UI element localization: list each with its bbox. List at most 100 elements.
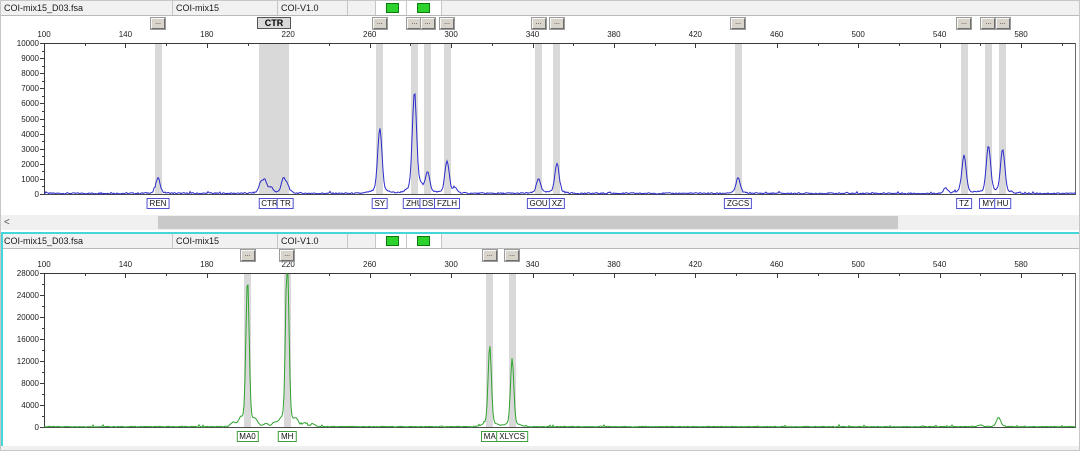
enabled-checkbox[interactable] (386, 3, 399, 13)
sample-file-cell[interactable]: COI-mix15_D03.fsa (1, 1, 173, 15)
y-axis-tick-label: 7000 (1, 84, 39, 93)
checkbox-cell (376, 234, 407, 248)
x-axis-tick-label: 260 (363, 30, 376, 39)
checkbox-cell (407, 1, 442, 15)
x-axis-tick-label: 380 (607, 30, 620, 39)
y-axis-tick-label: 0 (1, 423, 39, 432)
marker-options-button[interactable]: ... (421, 18, 435, 29)
enabled-checkbox[interactable] (417, 236, 430, 246)
scroll-left-arrow-icon[interactable]: < (4, 215, 10, 230)
genotyping-app-window: COI-mix15_D03.fsa COI-mix15 COI-V1.0 100… (0, 0, 1080, 451)
empty-cell (442, 1, 1080, 15)
electropherogram-panel-bottom: COI-mix15_D03.fsa COI-mix15 COI-V1.0 100… (1, 234, 1080, 446)
y-axis-tick-label: 4000 (1, 401, 39, 410)
peak-label: MH (278, 431, 296, 442)
top-electropherogram-blue-dye-trace (44, 43, 1076, 195)
empty-cell (348, 234, 376, 248)
sample-header-row-bottom: COI-mix15_D03.fsa COI-mix15 COI-V1.0 (1, 234, 1080, 249)
electropherogram-panel-top: COI-mix15_D03.fsa COI-mix15 COI-V1.0 100… (1, 1, 1080, 215)
horizontal-scrollbar[interactable]: < (1, 215, 1080, 230)
marker-options-button[interactable]: ... (241, 250, 255, 261)
y-axis-tick-label: 9000 (1, 54, 39, 63)
marker-options-button[interactable]: ... (440, 18, 454, 29)
y-axis-tick-label: 12000 (1, 357, 39, 366)
peak-label: ZGCS (724, 198, 752, 209)
y-axis-tick-label: 1000 (1, 175, 39, 184)
x-axis-tick-label: 300 (444, 30, 457, 39)
checkbox-cell (407, 234, 442, 248)
y-axis-tick-label: 8000 (1, 69, 39, 78)
x-axis-tick-label: 180 (200, 30, 213, 39)
x-axis-tick-label: 580 (1014, 30, 1027, 39)
peak-label: XLYCS (496, 431, 528, 442)
peak-label: MA0 (236, 431, 258, 442)
x-axis-tick-label: 420 (689, 260, 702, 269)
marker-options-button[interactable]: ... (373, 18, 387, 29)
x-axis-tick-label: 180 (200, 260, 213, 269)
marker-options-button[interactable]: ... (532, 18, 546, 29)
marker-options-button[interactable]: ... (280, 250, 294, 261)
enabled-checkbox[interactable] (386, 236, 399, 246)
marker-options-button[interactable]: ... (483, 250, 497, 261)
enabled-checkbox[interactable] (417, 3, 430, 13)
marker-options-button[interactable]: ... (151, 18, 165, 29)
panel-version-cell[interactable]: COI-V1.0 (278, 234, 348, 248)
x-axis-tick-label: 260 (363, 260, 376, 269)
y-axis-tick-label: 0 (1, 190, 39, 199)
empty-cell (348, 1, 376, 15)
peak-label: XZ (549, 198, 565, 209)
x-axis-tick-label: 540 (933, 30, 946, 39)
marker-options-button[interactable]: ... (957, 18, 971, 29)
x-axis-tick-label: 460 (770, 30, 783, 39)
x-axis-tick-label: 100 (37, 260, 50, 269)
x-axis-tick-label: 300 (444, 260, 457, 269)
panel-name-cell[interactable]: COI-mix15 (173, 234, 278, 248)
x-axis-tick-label: 500 (852, 260, 865, 269)
y-axis-tick-label: 16000 (1, 335, 39, 344)
marker-options-button[interactable]: ... (981, 18, 995, 29)
y-axis-tick-label: 4000 (1, 130, 39, 139)
y-axis-tick-label: 2000 (1, 160, 39, 169)
panel-name-cell[interactable]: COI-mix15 (173, 1, 278, 15)
empty-cell (442, 234, 1080, 248)
peak-label: TZ (956, 198, 972, 209)
x-axis-tick-label: 580 (1014, 260, 1027, 269)
selected-panel-accent (1, 234, 3, 446)
y-axis-tick-label: 24000 (1, 291, 39, 300)
x-axis-tick-label: 500 (852, 30, 865, 39)
marker-options-button[interactable]: ... (407, 18, 421, 29)
peak-label: REN (147, 198, 170, 209)
bottom-electropherogram-green-dye-trace (44, 273, 1076, 428)
peak-label: HU (994, 198, 1012, 209)
x-axis-tick-label: 100 (37, 30, 50, 39)
x-axis-tick-label: 140 (119, 30, 132, 39)
x-axis-tick-label: 140 (119, 260, 132, 269)
marker-options-button[interactable]: ... (505, 250, 519, 261)
y-axis-tick-label: 20000 (1, 313, 39, 322)
marker-options-button[interactable]: ... (996, 18, 1010, 29)
peak-label: FZLH (434, 198, 460, 209)
marker-options-button[interactable]: ... (550, 18, 564, 29)
x-axis-tick-label: 340 (526, 30, 539, 39)
x-axis-tick-label: 460 (770, 260, 783, 269)
marker-header-box[interactable]: CTR (257, 17, 291, 29)
y-axis-tick-label: 3000 (1, 145, 39, 154)
peak-label: SY (371, 198, 388, 209)
x-axis-tick-label: 380 (607, 260, 620, 269)
peak-label: GOU (526, 198, 550, 209)
x-axis-tick-label: 220 (282, 260, 295, 269)
y-axis-tick-label: 8000 (1, 379, 39, 388)
x-axis-tick-label: 540 (933, 260, 946, 269)
sample-file-cell[interactable]: COI-mix15_D03.fsa (1, 234, 173, 248)
scrollbar-thumb[interactable] (158, 216, 898, 229)
y-axis-tick-label: 5000 (1, 115, 39, 124)
x-axis-tick-label: 420 (689, 30, 702, 39)
footer-strip (1, 446, 1080, 451)
marker-options-button[interactable]: ... (731, 18, 745, 29)
checkbox-cell (376, 1, 407, 15)
x-axis-tick-label: 340 (526, 260, 539, 269)
y-axis-tick-label: 6000 (1, 99, 39, 108)
sample-header-row-top: COI-mix15_D03.fsa COI-mix15 COI-V1.0 (1, 1, 1080, 16)
panel-version-cell[interactable]: COI-V1.0 (278, 1, 348, 15)
y-axis-tick-label: 28000 (1, 269, 39, 278)
